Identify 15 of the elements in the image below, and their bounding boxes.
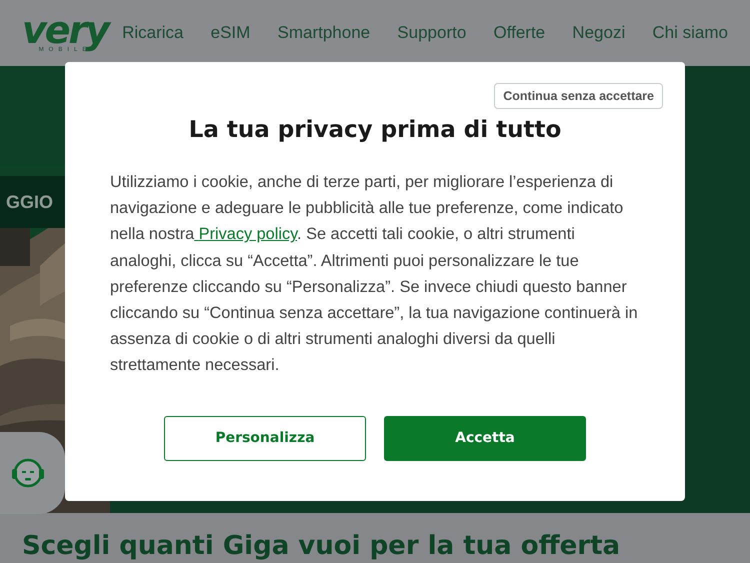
nav-link[interactable]: Chi siamo — [652, 23, 728, 43]
dialog-title: La tua privacy prima di tutto — [188, 117, 562, 143]
support-chat-button[interactable] — [0, 432, 65, 514]
nav-link[interactable]: Ricarica — [122, 23, 184, 43]
privacy-policy-link[interactable]: Privacy policy — [194, 225, 298, 244]
nav-link[interactable]: Smartphone — [278, 23, 370, 43]
continue-without-accepting-button[interactable]: Continua senza accettare — [494, 83, 663, 109]
nav-link[interactable]: eSIM — [210, 23, 250, 43]
nav-link[interactable]: Negozi — [572, 23, 626, 43]
nav-link[interactable]: Supporto — [397, 23, 466, 43]
customize-button[interactable]: Personalizza — [164, 416, 366, 461]
cookie-notice-text: Utilizziamo i cookie, anche di terze parti, per migliorare l’esperienza di navigazione e adeguare le pubblicità alle tue preferenze, come indicato nella nostra Privacy policy. Se accetti tali cookie, o altri strumenti analoghi, clicca su “Accetta”. Altrimenti puoi personalizzare le tue preferenze cliccando su “Personalizza”. Se invece chiudi questo banner cliccando su “Continua senza accettare”, la tua navigazione continuerà in assenza di cookie o di altri strumenti analoghi diversi da quelli strettamente necessari. — [110, 172, 639, 376]
accept-button[interactable]: Accetta — [384, 416, 586, 461]
nav-link[interactable]: Offerte — [493, 23, 546, 43]
section-title: Scegli quanti Giga vuoi per la tua offerta — [22, 531, 620, 561]
